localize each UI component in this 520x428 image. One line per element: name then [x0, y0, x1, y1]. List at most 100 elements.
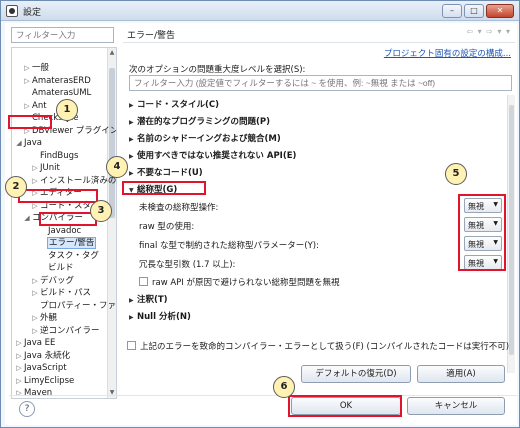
annotation-badge-6: 6 — [273, 376, 295, 398]
option-label: raw 型の使用: — [139, 222, 195, 232]
tree-item[interactable]: Javadoc — [38, 225, 81, 237]
tree-item-label: ビルド・パス — [40, 288, 92, 298]
collapsed-arrow-icon[interactable]: ▷ — [22, 75, 32, 87]
tree-item-label: Java — [24, 138, 42, 148]
scroll-up-arrow-icon[interactable]: ▲ — [108, 49, 116, 57]
tree-item[interactable]: ▷ インストール済みの — [30, 175, 116, 187]
tree-item[interactable]: AmaterasUML — [22, 87, 91, 99]
collapsed-arrow-icon[interactable]: ▷ — [22, 100, 32, 112]
expand-arrow-icon: ▶ — [129, 153, 134, 160]
tree-item[interactable]: ▷ AmaterasERD — [22, 75, 91, 87]
left-filter-input[interactable] — [11, 27, 114, 43]
ignore-raw-api-checkbox[interactable] — [139, 277, 148, 286]
tree-item[interactable]: エラー/警告 — [38, 237, 97, 249]
expand-arrow-icon: ▶ — [129, 102, 134, 109]
tree-item[interactable]: ▷ JavaScript — [14, 362, 67, 374]
tree-item-label: FindBugs — [40, 150, 79, 161]
collapsed-arrow-icon[interactable]: ▷ — [22, 62, 32, 74]
fatal-errors-checkbox[interactable] — [127, 341, 136, 350]
maximize-button[interactable]: □ — [464, 4, 484, 18]
tree-item[interactable]: ▷ 一般 — [22, 62, 49, 74]
tree-item-label: ビルド — [48, 263, 74, 273]
window-title: 設定 — [23, 8, 42, 18]
collapsed-arrow-icon[interactable]: ▷ — [30, 325, 40, 337]
tree-item-label: Javadoc — [48, 225, 82, 236]
tree-item-label: AmaterasUML — [32, 88, 92, 98]
history-nav-icons[interactable]: ⇦ ▾ ⇨ ▾ ▾ — [466, 27, 511, 36]
cancel-button[interactable]: キャンセル — [407, 397, 505, 415]
section-label: 不要なコード(U) — [137, 168, 203, 178]
bottom-divider — [9, 395, 517, 396]
tree-item[interactable]: ▷ デバッグ — [30, 275, 74, 287]
minimize-button[interactable]: – — [442, 4, 462, 18]
title-bar: 設定 – □ ✕ — [1, 1, 519, 21]
page-header: エラー/警告 ⇦ ▾ ⇨ ▾ ▾ — [123, 25, 515, 41]
tree-item-label: Java 永続化 — [24, 350, 71, 361]
options-filter-input[interactable] — [129, 75, 512, 91]
collapsed-arrow-icon[interactable]: ▷ — [30, 287, 40, 299]
collapsed-arrow-icon[interactable]: ▷ — [30, 275, 40, 287]
section-potential-problems[interactable]: ▶ 潜在的なプログラミングの問題(P) — [129, 116, 270, 128]
tree-item[interactable]: ビルド — [38, 262, 74, 274]
section-label: 注釈(T) — [137, 295, 168, 305]
close-button[interactable]: ✕ — [486, 4, 514, 18]
tree-item-label: LimyEclipse — [24, 375, 75, 386]
section-annotations[interactable]: ▶ 注釈(T) — [129, 294, 168, 306]
tree-item-label: 一般 — [32, 63, 50, 73]
help-icon[interactable]: ? — [19, 401, 35, 417]
tree-item[interactable]: FindBugs — [30, 150, 78, 162]
expand-arrow-icon: ▶ — [129, 314, 134, 321]
annotation-badge-1: 1 — [56, 99, 78, 121]
project-settings-link[interactable]: プロジェクト固有の設定の構成... — [384, 47, 511, 59]
highlight-ok-button — [288, 395, 402, 417]
tree-item[interactable]: プロパティー・ファ — [30, 300, 116, 312]
tree-item-label: Maven — [24, 388, 53, 398]
expanded-arrow-icon[interactable]: ◢ — [22, 212, 32, 224]
section-code-style[interactable]: ▶ コード・スタイル(C) — [129, 99, 219, 111]
options-scroll-thumb[interactable] — [509, 105, 514, 355]
collapsed-arrow-icon[interactable]: ▷ — [14, 337, 24, 349]
section-name-shadowing[interactable]: ▶ 名前のシャドーイングおよび競合(M) — [129, 133, 281, 145]
tree-item[interactable]: ▷ 外観 — [30, 312, 57, 324]
collapsed-arrow-icon[interactable]: ▷ — [14, 362, 24, 374]
apply-button[interactable]: 適用(A) — [417, 365, 505, 383]
collapsed-arrow-icon[interactable]: ▷ — [14, 350, 24, 362]
restore-defaults-button[interactable]: デフォルトの復元(D) — [301, 365, 411, 383]
options-scrollbar[interactable] — [507, 95, 515, 373]
section-label: 使用すべきではない推奨されない API(E) — [137, 151, 297, 161]
collapsed-arrow-icon[interactable]: ▷ — [30, 175, 40, 187]
tree-item[interactable]: ▷ ビルド・パス — [30, 287, 91, 299]
tree-item-label: Ant — [32, 100, 47, 111]
tree-scroll-thumb[interactable] — [109, 68, 115, 218]
tree-item-label: タスク・タグ — [48, 250, 99, 261]
tree-item-label: Java EE — [24, 338, 56, 348]
tree-item[interactable]: タスク・タグ — [38, 250, 99, 262]
collapsed-arrow-icon[interactable]: ▷ — [14, 387, 24, 398]
tree-item-label: デバッグ — [40, 275, 75, 286]
eclipse-app-icon — [6, 5, 18, 17]
expanded-arrow-icon[interactable]: ◢ — [14, 137, 24, 149]
tree-item-label: 外観 — [40, 313, 58, 323]
tree-item[interactable]: ▷ 逆コンパイラー — [30, 325, 99, 337]
tree-item[interactable]: ◢ Java — [14, 137, 42, 149]
tree-item[interactable]: ▷ JUnit — [30, 162, 60, 174]
tree-item-label: AmaterasERD — [32, 75, 91, 86]
collapsed-arrow-icon[interactable]: ▷ — [30, 162, 40, 174]
annotation-badge-5: 5 — [445, 163, 467, 185]
tree-item[interactable]: ▷ LimyEclipse — [14, 375, 74, 387]
severity-label: 次のオプションの問題重大度レベルを選択(S): — [129, 65, 306, 75]
tree-item-label: エラー/警告 — [46, 237, 97, 249]
tree-item-label: JavaScript — [24, 363, 67, 373]
collapsed-arrow-icon[interactable]: ▷ — [14, 375, 24, 387]
tree-item[interactable]: ▷ Ant — [22, 100, 47, 112]
tree-item[interactable]: ▷ Java EE — [14, 337, 55, 349]
section-null-analysis[interactable]: ▶ Null 分析(N) — [129, 311, 191, 323]
section-unnecessary-code[interactable]: ▶ 不要なコード(U) — [129, 167, 203, 179]
section-deprecated-api[interactable]: ▶ 使用すべきではない推奨されない API(E) — [129, 150, 296, 162]
expand-arrow-icon: ▶ — [129, 297, 134, 304]
tree-scrollbar[interactable]: ▲ ▼ — [107, 48, 116, 398]
collapsed-arrow-icon[interactable]: ▷ — [30, 312, 40, 324]
option-label: final な型で制約された総称型パラメーター(Y): — [139, 241, 319, 251]
tree-item[interactable]: ▷ Maven — [14, 387, 53, 398]
tree-item[interactable]: ▷ Java 永続化 — [14, 350, 70, 362]
